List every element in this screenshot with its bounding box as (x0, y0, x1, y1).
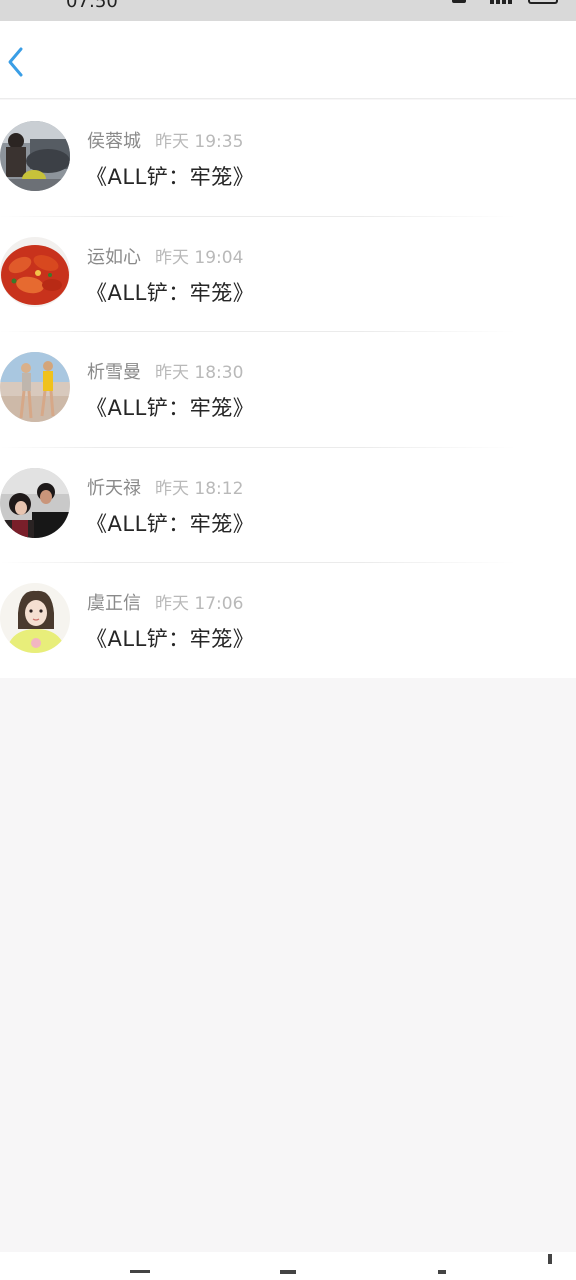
list-item[interactable]: 析雪曼 昨天 18:30 《ALL铲：牢笼》 (0, 331, 576, 447)
avatar[interactable] (0, 467, 70, 538)
list-item[interactable]: 侯蓉城 昨天 19:35 《ALL铲：牢笼》 (0, 100, 576, 216)
message-time: 昨天 18:30 (155, 363, 244, 383)
sender-name: 虞正信 (87, 593, 141, 614)
back-nav-icon[interactable] (438, 1270, 446, 1274)
avatar-two-girls (0, 352, 70, 422)
home-icon[interactable] (280, 1270, 296, 1274)
menu-icon[interactable] (130, 1270, 150, 1273)
message-meta: 侯蓉城 昨天 19:35 (87, 127, 243, 153)
message-meta: 忻天禄 昨天 18:12 (87, 474, 243, 500)
message-meta: 运如心 昨天 19:04 (87, 243, 243, 269)
avatar[interactable] (0, 121, 70, 191)
battery-icon (528, 0, 558, 4)
status-icons (438, 0, 558, 6)
message-text: 《ALL铲：牢笼》 (86, 280, 255, 305)
more-icon[interactable] (548, 1254, 552, 1264)
sender-name: 运如心 (87, 246, 141, 268)
avatar[interactable] (0, 236, 70, 307)
avatar-crayfish-food (0, 236, 70, 307)
signal-icon (490, 0, 518, 4)
notification-icon (452, 0, 466, 3)
message-time: 昨天 18:12 (155, 478, 244, 499)
avatar-street-photo (0, 121, 70, 191)
message-meta: 虞正信 昨天 17:06 (87, 589, 243, 615)
status-bar: 07:50 (0, 0, 576, 21)
message-text: 《ALL铲：牢笼》 (86, 627, 255, 651)
message-text: 《ALL铲：牢笼》 (86, 396, 255, 420)
status-time: 07:50 (66, 0, 118, 12)
list-item[interactable]: 虞正信 昨天 17:06 《ALL铲：牢笼》 (0, 562, 576, 678)
avatar[interactable] (0, 583, 70, 653)
sender-name: 析雪曼 (87, 362, 141, 383)
message-text: 《ALL铲：牢笼》 (86, 165, 255, 189)
list-item[interactable]: 运如心 昨天 19:04 《ALL铲：牢笼》 (0, 215, 576, 331)
message-text: 《ALL铲：牢笼》 (86, 511, 255, 536)
system-nav-bar (0, 1252, 576, 1280)
sender-name: 侯蓉城 (87, 131, 141, 152)
message-time: 昨天 19:35 (155, 132, 244, 152)
list-item[interactable]: 忻天禄 昨天 18:12 《ALL铲：牢笼》 (0, 446, 576, 562)
message-time: 昨天 17:06 (155, 594, 244, 614)
top-nav-bar (0, 21, 576, 99)
message-meta: 析雪曼 昨天 18:30 (87, 358, 243, 384)
back-button[interactable] (0, 45, 32, 79)
message-list: 侯蓉城 昨天 19:35 《ALL铲：牢笼》 运如心 昨天 19:04 《ALL铲：… (0, 100, 576, 678)
chevron-left-icon (8, 47, 23, 77)
avatar-couple (0, 467, 70, 538)
sender-name: 忻天禄 (87, 477, 141, 499)
avatar-girl-yellow (0, 583, 70, 653)
avatar[interactable] (0, 352, 70, 422)
message-time: 昨天 19:04 (155, 247, 244, 268)
